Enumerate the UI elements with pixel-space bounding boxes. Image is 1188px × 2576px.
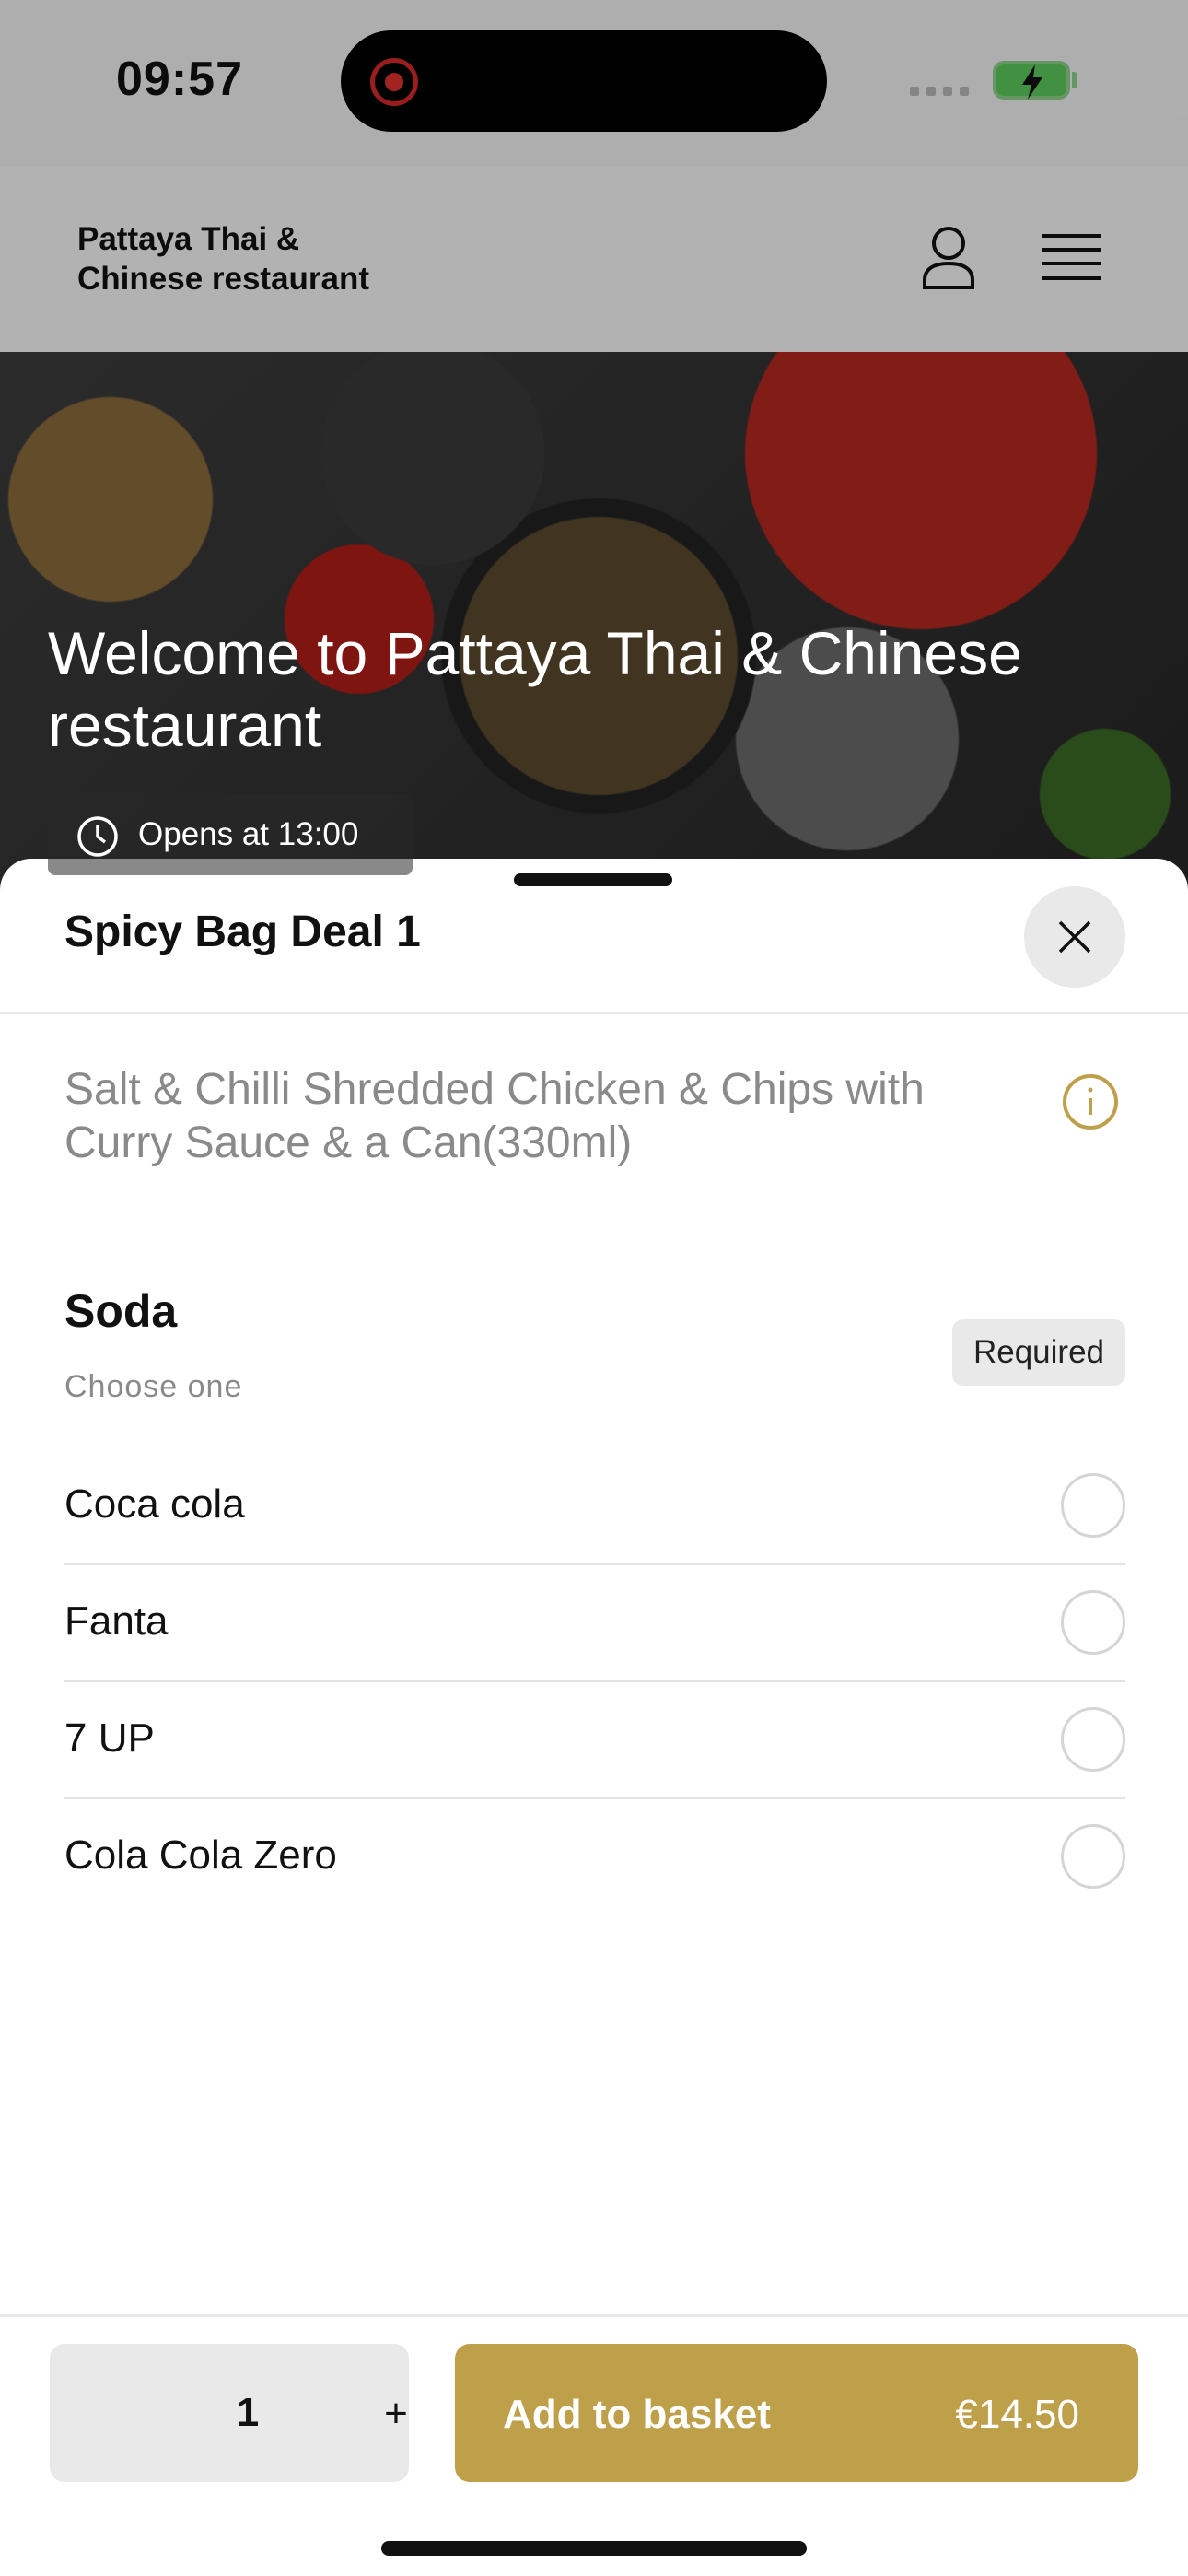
item-options-sheet: Spicy Bag Deal 1 Salt & Chilli Shredded … — [0, 859, 1188, 2576]
quantity-stepper: 1 + — [50, 2344, 409, 2482]
footer-divider — [0, 2314, 1188, 2317]
close-button[interactable] — [1024, 886, 1125, 988]
option-group-title: Soda — [64, 1285, 178, 1337]
option-radio[interactable] — [1061, 1473, 1125, 1538]
option-radio[interactable] — [1061, 1707, 1125, 1772]
sheet-header-divider — [0, 1012, 1188, 1014]
quantity-value: 1 — [236, 2390, 260, 2435]
option-row-coca-cola[interactable]: Coca cola — [64, 1448, 1125, 1565]
option-label: Cola Cola Zero — [64, 1832, 337, 1878]
required-badge: Required — [952, 1319, 1125, 1386]
opening-hours-badge: Opens at 13:00 — [48, 794, 413, 875]
option-row-7-up[interactable]: 7 UP — [64, 1682, 1125, 1799]
add-to-basket-label: Add to basket — [503, 2392, 771, 2437]
option-label: Coca cola — [64, 1481, 245, 1527]
hero-title: Welcome to Pattaya Thai & Chinese restau… — [48, 619, 1022, 759]
sheet-grabber[interactable] — [514, 873, 672, 886]
option-radio[interactable] — [1061, 1824, 1125, 1889]
option-row-fanta[interactable]: Fanta — [64, 1565, 1125, 1682]
item-description: Salt & Chilli Shredded Chicken & Chips w… — [64, 1065, 925, 1167]
option-row-cola-cola-zero[interactable]: Cola Cola Zero — [64, 1799, 1125, 1916]
home-indicator[interactable] — [381, 2541, 807, 2556]
close-icon — [1058, 920, 1091, 954]
option-label: 7 UP — [64, 1715, 155, 1761]
quantity-increase-button[interactable]: + — [359, 2383, 433, 2445]
sheet-title: Spicy Bag Deal 1 — [64, 907, 421, 956]
quantity-decrease-button[interactable] — [87, 2383, 160, 2445]
option-label: Fanta — [64, 1598, 169, 1644]
add-to-basket-price: €14.50 — [955, 2392, 1079, 2437]
opening-hours-text: Opens at 13:00 — [138, 816, 359, 852]
add-to-basket-button[interactable]: Add to basket €14.50 — [455, 2344, 1138, 2482]
clock-icon — [77, 816, 118, 857]
info-icon[interactable] — [1061, 1072, 1120, 1136]
option-radio[interactable] — [1061, 1590, 1125, 1655]
option-group-subtitle: Choose one — [64, 1369, 243, 1404]
